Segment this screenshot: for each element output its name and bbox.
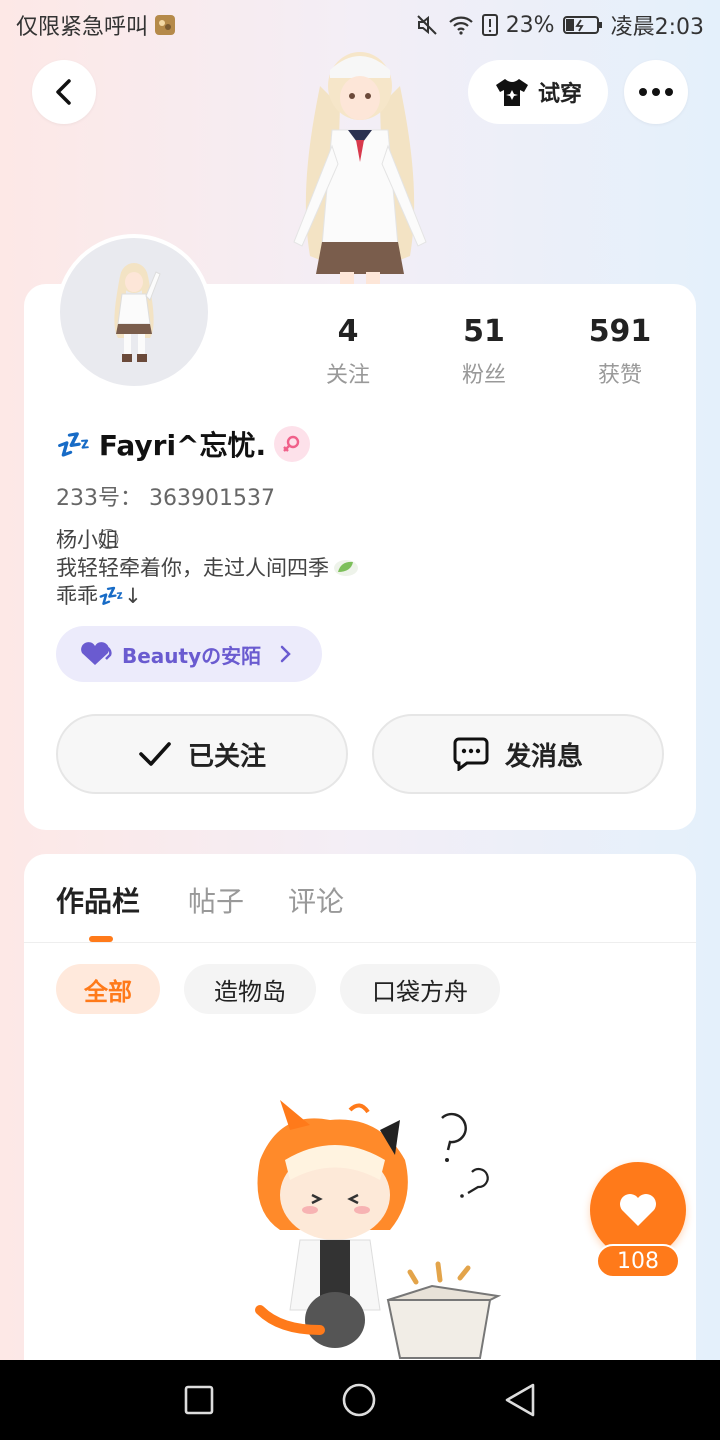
battery-charging-icon bbox=[562, 14, 603, 36]
mute-icon bbox=[416, 14, 440, 36]
name-prefix-emoji: 💤 bbox=[56, 427, 91, 461]
bio-line-2: 我轻轻牵着你，走过人间四季 bbox=[56, 554, 359, 582]
following-count: 4 bbox=[337, 314, 359, 349]
user-id: 233号： 363901537 bbox=[56, 486, 275, 511]
tab-works[interactable]: 作品栏 bbox=[56, 880, 140, 920]
filter-pocket-ark[interactable]: 口袋方舟 bbox=[340, 964, 500, 1014]
filter-all[interactable]: 全部 bbox=[56, 964, 160, 1014]
bio-line-1: 杨小姐⃝ bbox=[56, 528, 119, 552]
username: Fayri^忘忧. bbox=[98, 429, 267, 462]
chevron-right-icon bbox=[279, 645, 291, 663]
more-dots-icon bbox=[638, 87, 674, 97]
try-on-label: 试穿 bbox=[537, 82, 582, 107]
likes-label: 获赞 bbox=[597, 363, 642, 388]
tshirt-icon bbox=[494, 77, 530, 107]
back-triangle-icon[interactable] bbox=[503, 1382, 537, 1418]
try-on-button[interactable]: 试穿 bbox=[468, 60, 608, 124]
chevron-left-icon bbox=[52, 78, 76, 106]
wifi-icon bbox=[448, 14, 474, 36]
send-message-button[interactable]: 发消息 bbox=[372, 714, 664, 794]
stat-following[interactable]: 4 关注 bbox=[288, 314, 408, 389]
empty-state-illustration bbox=[240, 1100, 510, 1360]
group-badge-button[interactable]: Beautyの安陌 bbox=[56, 626, 322, 682]
fans-count: 51 bbox=[463, 314, 505, 349]
stat-likes[interactable]: 591 获赞 bbox=[560, 314, 680, 389]
carrier-text: 仅限紧急呼叫 bbox=[16, 15, 149, 40]
app-notification-icon bbox=[154, 14, 176, 36]
username-row: 💤 Fayri^忘忧. bbox=[56, 424, 311, 464]
likes-count: 591 bbox=[588, 314, 652, 349]
battery-percent: 23% bbox=[505, 12, 555, 38]
home-circle-icon[interactable] bbox=[341, 1382, 377, 1418]
tab-comments[interactable]: 评论 bbox=[288, 880, 344, 920]
recents-square-icon[interactable] bbox=[183, 1384, 215, 1416]
fans-label: 粉丝 bbox=[461, 363, 506, 388]
tab-posts[interactable]: 帖子 bbox=[188, 880, 244, 920]
like-count-badge: 108 bbox=[596, 1244, 680, 1278]
avatar[interactable] bbox=[56, 234, 212, 390]
filter-creation-island[interactable]: 造物岛 bbox=[184, 964, 316, 1014]
tabs-divider bbox=[24, 942, 696, 943]
followed-label: 已关注 bbox=[187, 741, 266, 772]
back-button[interactable] bbox=[32, 60, 96, 124]
stat-fans[interactable]: 51 粉丝 bbox=[424, 314, 544, 389]
more-button[interactable] bbox=[624, 60, 688, 124]
following-label: 关注 bbox=[325, 363, 370, 388]
bio: 杨小姐⃝ 我轻轻牵着你，走过人间四季 乖乖💤↓ bbox=[56, 526, 359, 610]
sim-alert-icon bbox=[481, 14, 498, 36]
clock: 凌晨2:03 bbox=[610, 15, 704, 40]
avatar-3d-figure bbox=[280, 46, 440, 286]
group-label: Beautyの安陌 bbox=[122, 643, 262, 668]
send-message-label: 发消息 bbox=[504, 741, 583, 772]
bio-line-3: 乖乖💤↓ bbox=[56, 584, 142, 608]
heart-icon bbox=[618, 1192, 658, 1228]
leaf-icon bbox=[333, 558, 359, 578]
status-bar: 仅限紧急呼叫 23% 凌晨2:03 bbox=[0, 0, 720, 50]
heart-icon bbox=[78, 641, 112, 667]
system-nav-bar bbox=[0, 1360, 720, 1440]
female-icon bbox=[274, 426, 311, 462]
checkmark-icon bbox=[138, 741, 172, 767]
chat-bubble-icon bbox=[453, 737, 489, 771]
followed-button[interactable]: 已关注 bbox=[56, 714, 348, 794]
